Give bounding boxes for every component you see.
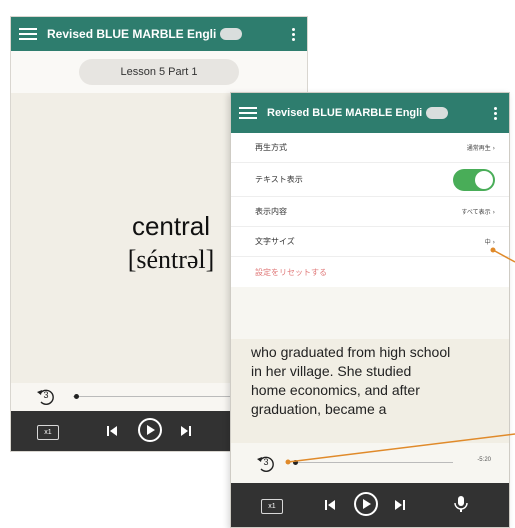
setting-font-size[interactable]: 文字サイズ 中 ›	[231, 227, 509, 257]
setting-label: 再生方式	[255, 143, 287, 152]
reset-settings-link[interactable]: 設定をリセットする	[231, 257, 509, 287]
skip-next-icon[interactable]	[393, 497, 407, 516]
player-controls: x1	[231, 483, 509, 527]
skip-previous-icon[interactable]	[323, 497, 337, 516]
replay-icon[interactable]: 3	[255, 453, 277, 475]
toggle-pill-icon[interactable]	[426, 107, 449, 119]
more-vert-icon[interactable]	[288, 27, 299, 41]
setting-label: テキスト表示	[255, 175, 303, 184]
text-display-toggle[interactable]	[453, 168, 495, 191]
replay-count: 3	[263, 457, 269, 467]
progress-row: 3 -5:20	[231, 445, 509, 483]
play-icon[interactable]	[137, 417, 163, 447]
reading-text: who graduated from high school in her vi…	[231, 339, 509, 443]
setting-label: 表示内容	[255, 207, 287, 216]
app-title: Revised BLUE MARBLE Engli	[47, 27, 217, 41]
setting-playback-mode[interactable]: 再生方式 通常再生 ›	[231, 133, 509, 163]
speed-button[interactable]: x1	[261, 498, 283, 514]
app-header: Revised BLUE MARBLE Engli	[11, 17, 307, 51]
progress-track[interactable]	[293, 462, 453, 463]
app-header: Revised BLUE MARBLE Engli	[231, 93, 509, 133]
setting-value: 通常再生 ›	[466, 145, 495, 152]
phone-screen-settings-view: Revised BLUE MARBLE Engli 再生方式 通常再生 › テキ…	[230, 92, 510, 528]
setting-label: 文字サイズ	[255, 237, 295, 246]
progress-knob[interactable]	[293, 460, 298, 465]
setting-text-display: テキスト表示	[231, 163, 509, 197]
text-line: in her village. She studied	[251, 363, 412, 379]
lesson-bar: Lesson 5 Part 1	[11, 51, 307, 93]
play-icon[interactable]	[353, 491, 379, 521]
skip-next-icon[interactable]	[179, 423, 193, 442]
replay-icon[interactable]: 3	[35, 386, 57, 408]
remaining-time: -5:20	[477, 457, 491, 463]
app-title: Revised BLUE MARBLE Engli	[267, 107, 423, 119]
text-line: home economics, and after	[251, 382, 420, 398]
mic-icon[interactable]	[453, 495, 469, 517]
speed-button[interactable]: x1	[37, 424, 59, 440]
toggle-pill-icon[interactable]	[220, 28, 243, 40]
hamburger-icon[interactable]	[239, 107, 257, 119]
lesson-selector[interactable]: Lesson 5 Part 1	[79, 59, 239, 85]
stage: Revised BLUE MARBLE Engli Lesson 5 Part …	[0, 0, 515, 528]
more-vert-icon[interactable]	[490, 106, 501, 120]
hamburger-icon[interactable]	[19, 28, 37, 40]
progress-knob[interactable]	[74, 394, 79, 399]
text-line: who graduated from high school	[251, 344, 451, 360]
settings-panel: 再生方式 通常再生 › テキスト表示 表示内容 すべて表示 › 文字サイズ 中 …	[231, 133, 509, 287]
skip-previous-icon[interactable]	[105, 423, 119, 442]
setting-display-content[interactable]: 表示内容 すべて表示 ›	[231, 197, 509, 227]
setting-value: 中 ›	[484, 239, 495, 246]
replay-count: 3	[43, 390, 49, 400]
setting-value: すべて表示 ›	[461, 209, 495, 216]
text-line: graduation, became a	[251, 401, 387, 417]
